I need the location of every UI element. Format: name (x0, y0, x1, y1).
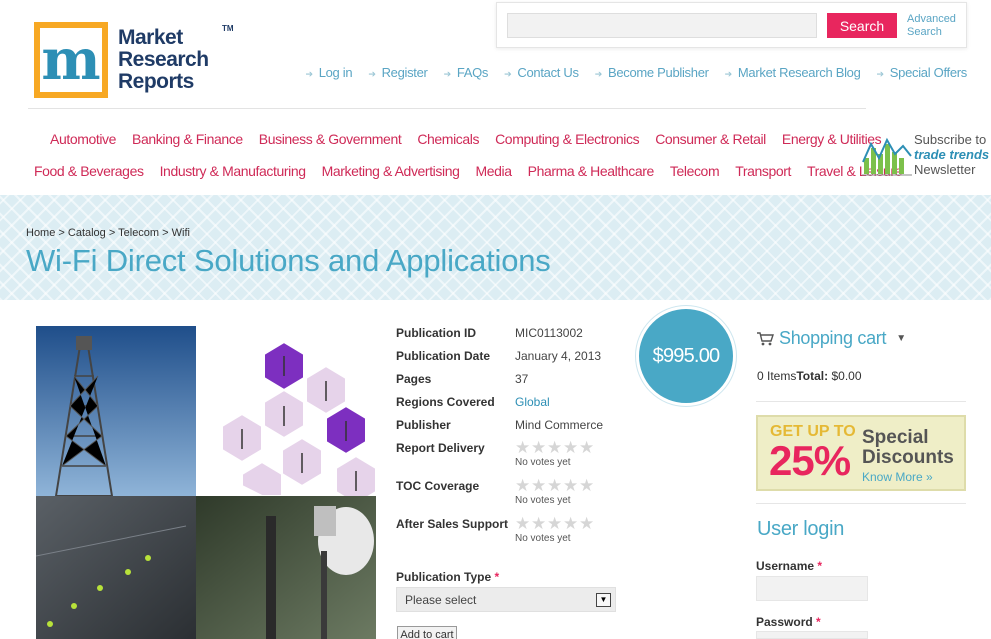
category-telecom[interactable]: Telecom (670, 163, 720, 195)
regions-link[interactable]: Global (515, 395, 550, 409)
cart-summary: 0 ItemsTotal: $0.00 (757, 369, 862, 383)
arrow-icon: ➔ (305, 69, 313, 79)
search-panel: Search Advanced Search (496, 2, 967, 48)
star-icon[interactable]: ★ (547, 515, 563, 532)
rating-report-delivery: Report Delivery ★ ★ ★ ★ ★ No votes yet (396, 438, 595, 468)
newsletter-text: Subscribe to trade trends Newsletter (914, 132, 990, 177)
star-rating[interactable]: ★ ★ ★ ★ ★ (515, 439, 595, 456)
shopping-cart-header[interactable]: Shopping cart ▼ (757, 328, 906, 349)
star-icon[interactable]: ★ (563, 439, 579, 456)
rating-toc-coverage: TOC Coverage ★ ★ ★ ★ ★ No votes yet (396, 476, 595, 506)
header-divider (28, 108, 866, 109)
product-details: Publication ID MIC0113002 Publication Da… (396, 326, 636, 555)
faqs-link[interactable]: ➔ FAQs (444, 65, 489, 80)
cart-icon (757, 331, 774, 345)
logo-word-reports: Reports (118, 70, 194, 93)
category-transport[interactable]: Transport (735, 163, 791, 195)
arrow-icon: ➔ (443, 69, 452, 79)
advanced-search-link[interactable]: Advanced Search (907, 13, 967, 39)
add-to-cart-button[interactable]: Add to cart (397, 626, 457, 639)
become-publisher-link[interactable]: ➔ Become Publisher (595, 65, 709, 80)
category-food-beverages[interactable]: Food & Beverages (34, 163, 144, 195)
arrow-icon: ➔ (368, 69, 376, 79)
know-more-link[interactable]: Know More » (862, 470, 933, 484)
password-label: Password * (756, 615, 821, 629)
dropdown-arrow-icon[interactable]: ▼ (596, 593, 611, 607)
detail-publication-id: Publication ID MIC0113002 (396, 326, 583, 340)
star-icon[interactable]: ★ (547, 439, 563, 456)
username-field[interactable] (756, 576, 868, 601)
category-marketing-advertising[interactable]: Marketing & Advertising (322, 163, 460, 195)
star-icon[interactable]: ★ (515, 439, 531, 456)
category-consumer-retail[interactable]: Consumer & Retail (655, 131, 766, 163)
password-field[interactable] (756, 631, 868, 639)
category-computing-electronics[interactable]: Computing & Electronics (495, 131, 639, 163)
market-research-blog-link[interactable]: ➔ Market Research Blog (725, 65, 861, 80)
star-icon[interactable]: ★ (579, 477, 595, 494)
detail-pages: Pages 37 (396, 372, 529, 386)
publication-type-select[interactable]: Please select ▼ (396, 587, 616, 612)
search-input[interactable] (507, 13, 817, 38)
star-icon[interactable]: ★ (531, 439, 547, 456)
category-row-1: Automotive Banking & Finance Business & … (34, 131, 882, 163)
star-icon[interactable]: ★ (515, 515, 531, 532)
logo-word-research: Research (118, 48, 209, 71)
logo-wordmark: Market Research Reports (118, 27, 209, 93)
search-button[interactable]: Search (827, 13, 897, 38)
sidebar-divider (756, 503, 966, 504)
rating-after-sales-support: After Sales Support ★ ★ ★ ★ ★ No votes yet (396, 514, 595, 544)
star-icon[interactable]: ★ (563, 515, 579, 532)
detail-regions: Regions Covered Global (396, 395, 550, 409)
logo-letter: m (40, 27, 102, 93)
logo-trademark: TM (222, 24, 234, 33)
arrow-icon: ➔ (724, 69, 733, 79)
category-chemicals[interactable]: Chemicals (417, 131, 479, 163)
newsletter-subscribe[interactable]: Subscribe to trade trends Newsletter (862, 132, 991, 178)
product-image (36, 326, 376, 639)
arrow-icon: ➔ (594, 69, 603, 79)
breadcrumb[interactable]: Home > Catalog > Telecom > Wifi (26, 227, 190, 239)
star-rating[interactable]: ★ ★ ★ ★ ★ (515, 477, 595, 494)
arrow-icon: ➔ (876, 69, 885, 79)
category-industry-manufacturing[interactable]: Industry & Manufacturing (160, 163, 306, 195)
publication-type-label: Publication Type * (396, 570, 500, 584)
star-icon[interactable]: ★ (531, 477, 547, 494)
star-icon[interactable]: ★ (515, 477, 531, 494)
category-media[interactable]: Media (475, 163, 512, 195)
required-mark: * (494, 570, 500, 584)
logo-mark: m (34, 22, 108, 98)
special-discounts-promo[interactable]: GET UP TO 25% Special Discounts Know Mor… (756, 415, 966, 491)
special-offers-link[interactable]: ➔ Special Offers (876, 65, 968, 80)
sidebar-divider (756, 401, 966, 402)
category-row-2: Food & Beverages Industry & Manufacturin… (34, 163, 902, 195)
category-pharma-healthcare[interactable]: Pharma & Healthcare (528, 163, 655, 195)
star-rating[interactable]: ★ ★ ★ ★ ★ (515, 515, 595, 532)
star-icon[interactable]: ★ (579, 515, 595, 532)
contact-us-link[interactable]: ➔ Contact Us (504, 65, 579, 80)
star-icon[interactable]: ★ (579, 439, 595, 456)
chevron-down-icon[interactable]: ▼ (896, 333, 906, 344)
star-icon[interactable]: ★ (563, 477, 579, 494)
category-nav: Automotive Banking & Finance Business & … (34, 131, 902, 195)
star-icon[interactable]: ★ (547, 477, 563, 494)
category-banking-finance[interactable]: Banking & Finance (132, 131, 243, 163)
logo-word-market: Market (118, 26, 183, 49)
username-label: Username * (756, 559, 823, 573)
user-login-title: User login (757, 518, 845, 540)
category-business-government[interactable]: Business & Government (259, 131, 402, 163)
price-badge: $995.00 (636, 306, 736, 406)
arrow-icon: ➔ (504, 69, 512, 79)
trend-chart-icon (862, 137, 912, 176)
top-links: ➔ Log in ➔ Register ➔ FAQs ➔ Contact Us ➔ Bec… (289, 65, 967, 80)
page-title: Wi-Fi Direct Solutions and Applications (26, 243, 551, 278)
star-icon[interactable]: ★ (531, 515, 547, 532)
register-link[interactable]: ➔ Register (368, 65, 428, 80)
login-link[interactable]: ➔ Log in (305, 65, 352, 80)
title-banner: Home > Catalog > Telecom > Wifi Wi-Fi Di… (0, 195, 991, 300)
category-automotive[interactable]: Automotive (50, 131, 116, 163)
detail-publication-date: Publication Date January 4, 2013 (396, 349, 602, 363)
site-logo[interactable]: m Market Research Reports TM (34, 22, 234, 98)
